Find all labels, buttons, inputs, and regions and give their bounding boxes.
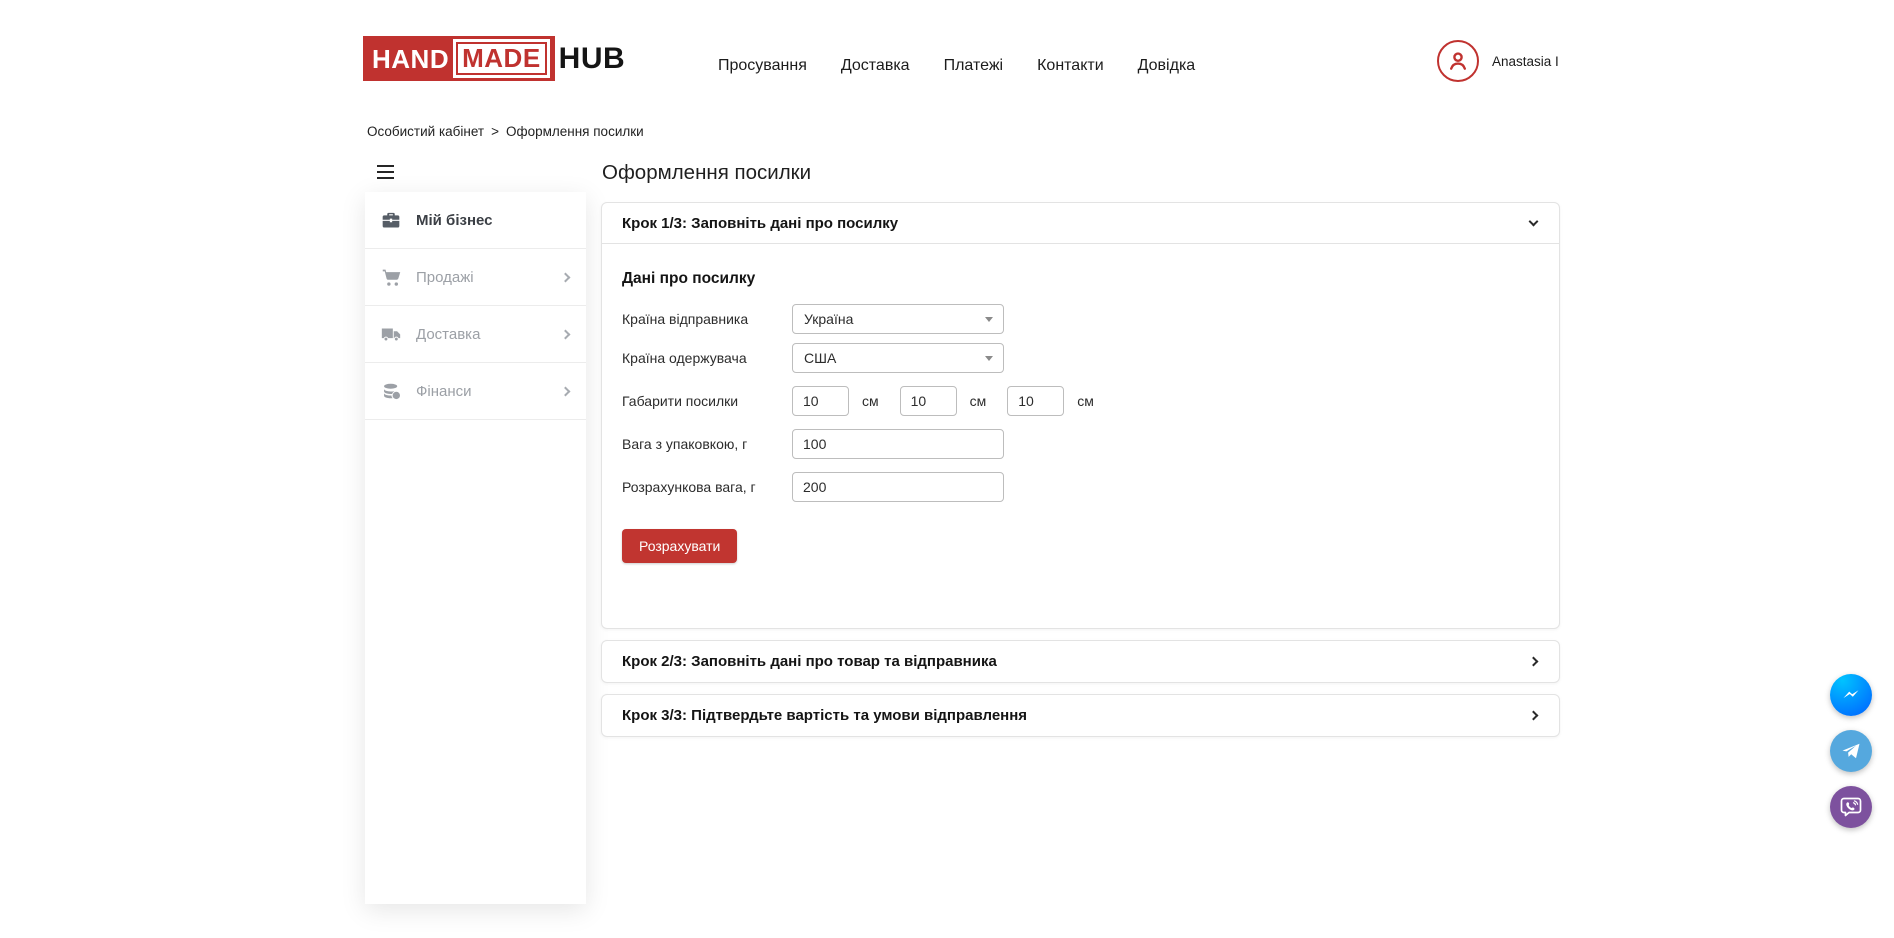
sidebar-item-sales[interactable]: Продажі bbox=[365, 249, 586, 306]
person-circle-icon bbox=[1437, 40, 1479, 82]
caret-down-icon bbox=[985, 356, 993, 361]
form-section-title: Дані про посилку bbox=[622, 270, 1539, 288]
dimension-unit: см bbox=[1077, 393, 1094, 409]
menu-icon[interactable] bbox=[377, 164, 399, 180]
logo-made-text: MADE bbox=[456, 42, 547, 75]
viber-button[interactable] bbox=[1830, 786, 1872, 828]
brand-logo[interactable]: HAND MADE HUB bbox=[363, 36, 625, 81]
calc-weight-input[interactable] bbox=[792, 472, 1004, 502]
sidebar-item-my-business[interactable]: Мій бізнес bbox=[365, 192, 586, 249]
recipient-country-row: Країна одержувача США bbox=[622, 342, 1539, 374]
step2-label: Крок 2/3: Заповніть дані про товар та ві… bbox=[622, 653, 997, 670]
sidebar-item-label: Продажі bbox=[416, 269, 548, 286]
sender-country-select[interactable]: Україна bbox=[792, 304, 1004, 334]
recipient-country-value: США bbox=[804, 350, 836, 366]
user-name: Anastasia I bbox=[1492, 54, 1559, 69]
dimension-height-input[interactable] bbox=[1007, 386, 1064, 416]
dimension-length-input[interactable] bbox=[792, 386, 849, 416]
breadcrumb-separator: > bbox=[491, 124, 499, 139]
chevron-right-icon bbox=[1529, 657, 1539, 667]
dimension-width-input[interactable] bbox=[900, 386, 957, 416]
step1-body: Дані про посилку Країна відправника Укра… bbox=[602, 244, 1559, 628]
sender-country-label: Країна відправника bbox=[622, 311, 792, 327]
nav-item-help[interactable]: Довідка bbox=[1138, 57, 1196, 75]
caret-down-icon bbox=[985, 317, 993, 322]
step2-panel: Крок 2/3: Заповніть дані про товар та ві… bbox=[601, 640, 1560, 683]
breadcrumb-cabinet-link[interactable]: Особистий кабінет bbox=[367, 124, 484, 139]
sidebar-item-label: Фінанси bbox=[416, 383, 548, 400]
briefcase-icon bbox=[380, 209, 402, 231]
dimension-unit: см bbox=[970, 393, 987, 409]
nav-item-contacts[interactable]: Контакти bbox=[1037, 57, 1104, 75]
telegram-button[interactable] bbox=[1830, 730, 1872, 772]
messenger-icon bbox=[1839, 683, 1863, 707]
sidebar-item-label: Мій бізнес bbox=[416, 212, 572, 229]
page: HAND MADE HUB Просування Доставка Платеж… bbox=[0, 0, 1894, 938]
step1-panel: Крок 1/3: Заповніть дані про посилку Дан… bbox=[601, 202, 1560, 629]
social-buttons bbox=[1830, 674, 1872, 828]
logo-hub-text: HUB bbox=[559, 44, 626, 74]
main-content: Оформлення посилки Крок 1/3: Заповніть д… bbox=[601, 161, 1560, 737]
sender-country-value: Україна bbox=[804, 311, 853, 327]
main-nav: Просування Доставка Платежі Контакти Дов… bbox=[718, 57, 1195, 75]
weight-row: Вага з упаковкою, г bbox=[622, 428, 1539, 460]
step1-header[interactable]: Крок 1/3: Заповніть дані про посилку bbox=[602, 203, 1559, 244]
breadcrumb-current: Оформлення посилки bbox=[506, 124, 644, 139]
step3-header[interactable]: Крок 3/3: Підтвердьте вартість та умови … bbox=[602, 695, 1559, 736]
chevron-right-icon bbox=[561, 329, 571, 339]
nav-item-payments[interactable]: Платежі bbox=[944, 57, 1004, 75]
telegram-icon bbox=[1839, 739, 1863, 763]
dimensions-label: Габарити посилки bbox=[622, 393, 792, 409]
sidebar: Мій бізнес Продажі Доставка bbox=[365, 192, 586, 904]
recipient-country-label: Країна одержувача bbox=[622, 350, 792, 366]
viber-icon bbox=[1838, 794, 1864, 820]
logo-red-box: HAND MADE bbox=[363, 36, 555, 81]
calc-weight-label: Розрахункова вага, г bbox=[622, 479, 792, 495]
dimension-unit: см bbox=[862, 393, 879, 409]
calculate-button[interactable]: Розрахувати bbox=[622, 529, 737, 563]
dimensions-row: Габарити посилки см см см bbox=[622, 385, 1539, 417]
step3-label: Крок 3/3: Підтвердьте вартість та умови … bbox=[622, 707, 1027, 724]
recipient-country-select[interactable]: США bbox=[792, 343, 1004, 373]
breadcrumb: Особистий кабінет > Оформлення посилки bbox=[367, 124, 644, 139]
chevron-right-icon bbox=[1529, 711, 1539, 721]
nav-item-promotion[interactable]: Просування bbox=[718, 57, 807, 75]
chevron-right-icon bbox=[561, 386, 571, 396]
step2-header[interactable]: Крок 2/3: Заповніть дані про товар та ві… bbox=[602, 641, 1559, 682]
coins-icon bbox=[380, 380, 402, 402]
logo-hand-text: HAND bbox=[372, 46, 449, 72]
sidebar-item-label: Доставка bbox=[416, 326, 548, 343]
sidebar-item-finance[interactable]: Фінанси bbox=[365, 363, 586, 420]
cart-icon bbox=[380, 266, 402, 288]
calc-weight-row: Розрахункова вага, г bbox=[622, 471, 1539, 503]
chevron-down-icon bbox=[1529, 216, 1539, 226]
chevron-right-icon bbox=[561, 272, 571, 282]
sender-country-row: Країна відправника Україна bbox=[622, 303, 1539, 335]
weight-label: Вага з упаковкою, г bbox=[622, 436, 792, 452]
truck-icon bbox=[380, 323, 402, 345]
user-menu[interactable]: Anastasia I bbox=[1437, 40, 1559, 82]
page-title: Оформлення посилки bbox=[602, 161, 1560, 185]
weight-input[interactable] bbox=[792, 429, 1004, 459]
messenger-button[interactable] bbox=[1830, 674, 1872, 716]
step1-label: Крок 1/3: Заповніть дані про посилку bbox=[622, 215, 898, 232]
sidebar-item-delivery[interactable]: Доставка bbox=[365, 306, 586, 363]
nav-item-delivery[interactable]: Доставка bbox=[841, 57, 910, 75]
step3-panel: Крок 3/3: Підтвердьте вартість та умови … bbox=[601, 694, 1560, 737]
